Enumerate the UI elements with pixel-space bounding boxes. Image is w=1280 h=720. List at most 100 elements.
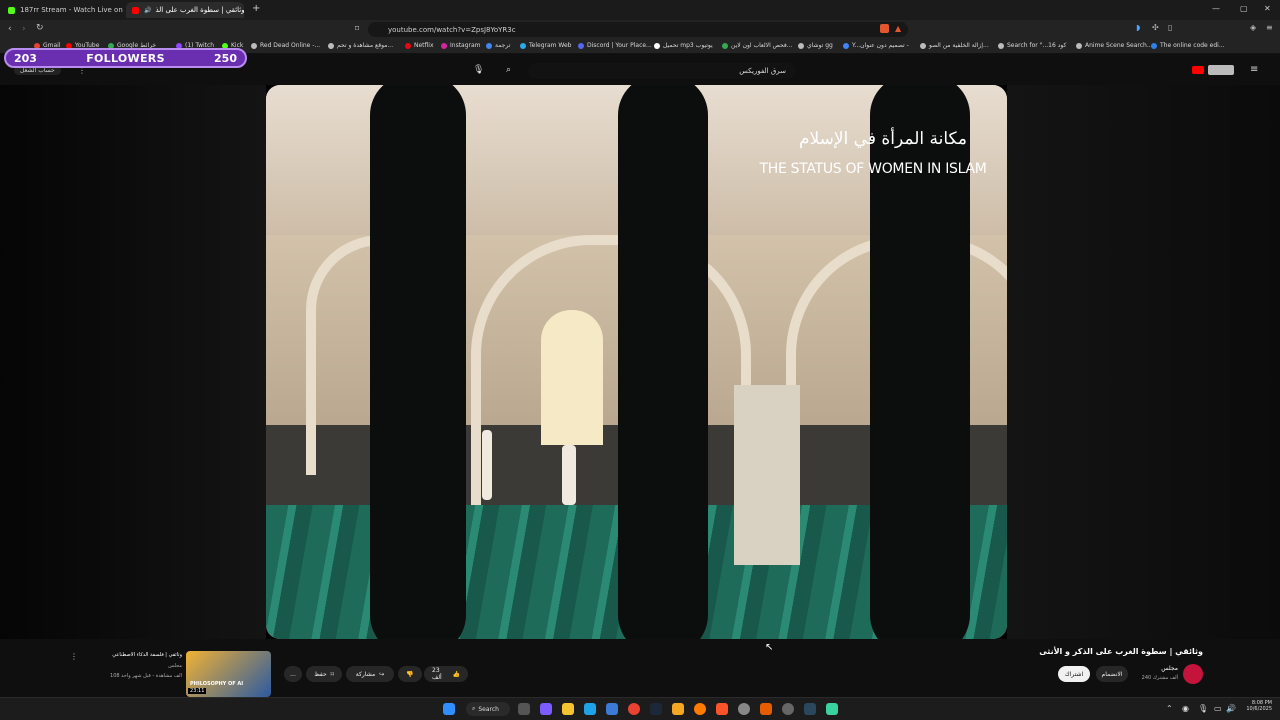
discord-icon: [578, 42, 584, 49]
next-video-channel[interactable]: مجلس: [130, 663, 182, 669]
tray-app-icon[interactable]: ◉: [1182, 704, 1189, 713]
next-video-thumbnail[interactable]: PHILOSOPHY OF AI 23:11: [186, 651, 271, 697]
globe-icon: [328, 42, 334, 49]
rewards-icon[interactable]: ▲: [895, 24, 901, 33]
puzzle-icon[interactable]: ✣: [1152, 23, 1159, 32]
chevron-up-icon[interactable]: ⌃: [1166, 704, 1173, 713]
more-actions-button[interactable]: ...: [284, 666, 302, 682]
clock[interactable]: 8:08 PM 10/6/2025: [1240, 700, 1272, 712]
reload-icon[interactable]: ↻: [36, 23, 44, 33]
address-bar: ‹ › ↻ ⌑ youtube.com/watch?v=ZpsJ8YoYR3c …: [0, 20, 1280, 39]
close-window-icon[interactable]: ✕: [1264, 4, 1271, 13]
url-field[interactable]: youtube.com/watch?v=ZpsJ8YoYR3c: [368, 22, 908, 37]
followers-label: FOLLOWERS: [86, 51, 165, 65]
bookmark-item[interactable]: فحص الالعاب اون لاين...: [722, 42, 792, 49]
game-icon: [722, 42, 728, 49]
youtube-icon: [132, 6, 139, 14]
sidebar-icon[interactable]: ▯: [1168, 23, 1172, 32]
hamburger-menu-icon[interactable]: ≡: [1250, 64, 1258, 75]
store-icon[interactable]: [606, 703, 618, 715]
dislike-button[interactable]: 👎: [398, 666, 422, 682]
thumbs-up-icon: 👍: [452, 670, 460, 678]
share-button[interactable]: مشاركة ↪: [346, 666, 394, 682]
back-icon[interactable]: ‹: [8, 24, 12, 34]
search-icon[interactable]: ⌕: [506, 65, 511, 75]
youtube-wordmark[interactable]: [1208, 65, 1234, 75]
bookmark-item[interactable]: تحميل mp3 يوتيوب: [654, 42, 713, 49]
file-explorer-icon[interactable]: [562, 703, 574, 715]
thumbs-down-icon: 👎: [406, 670, 414, 678]
bookmark-icon[interactable]: ⌑: [355, 24, 359, 33]
tab-kick[interactable]: 187rr Stream - Watch Live on Kick: [2, 2, 124, 18]
save-button[interactable]: حفظ ⌑: [306, 666, 342, 682]
windows-start-icon[interactable]: [443, 703, 455, 715]
search-icon: ⌕: [472, 705, 476, 712]
video-title: وثائقي | سطوة الغرب على الذكر و الأنثى: [1039, 647, 1203, 656]
followers-goal-overlay: 203 FOLLOWERS 250: [4, 48, 247, 68]
taskbar-search-button[interactable]: ⌕ Search: [466, 702, 510, 716]
brave-shield-icon[interactable]: [880, 24, 889, 33]
followers-goal: 250: [214, 51, 237, 65]
bookmark-item[interactable]: Search for "...كود 16: [998, 42, 1066, 49]
task-view-icon[interactable]: [518, 703, 530, 715]
volume-icon[interactable]: 🔊: [1226, 704, 1236, 713]
app-icon[interactable]: [760, 703, 772, 715]
new-tab-button[interactable]: +: [252, 3, 260, 14]
bookmark-item[interactable]: Instagram: [441, 42, 481, 49]
bookmark-item[interactable]: Red Dead Online -...: [251, 42, 320, 49]
bookmark-item[interactable]: موقع مشاهدة و تحم...: [328, 42, 393, 49]
wallet-icon[interactable]: ◈: [1250, 23, 1256, 32]
browser-tab-bar: 187rr Stream - Watch Live on Kick 🔊 وثائ…: [0, 0, 1280, 20]
youtube-logo-icon[interactable]: [1192, 66, 1204, 74]
firefox-icon[interactable]: [694, 703, 706, 715]
brave-icon[interactable]: [716, 703, 728, 715]
mic-icon[interactable]: 🎙: [1198, 704, 1208, 713]
tab-label: 187rr Stream - Watch Live on Kick: [20, 6, 124, 14]
bookmark-item[interactable]: ترجمة: [486, 42, 510, 49]
channel-name[interactable]: مجلس: [1136, 665, 1178, 672]
edge-icon[interactable]: [584, 703, 596, 715]
steam-icon[interactable]: [650, 703, 662, 715]
like-button[interactable]: 23 ألف 👍: [424, 666, 468, 682]
bookmark-item[interactable]: Discord | Your Place...: [578, 42, 652, 49]
minimize-icon[interactable]: —: [1212, 4, 1220, 13]
next-video-title[interactable]: وثائقي | فلسفة الذكاء الاصطناعي: [82, 652, 182, 658]
video-frame[interactable]: مكانة المرأة في الإسلام THE STATUS OF WO…: [266, 85, 1007, 639]
bookmark-item[interactable]: The online code edi...: [1151, 42, 1225, 49]
app-icon[interactable]: [782, 703, 794, 715]
app-icon[interactable]: [826, 703, 838, 715]
tab-youtube[interactable]: 🔊 وثائقي | سطوة الغرب على الذ... ✕: [126, 2, 244, 18]
globe-icon: [1076, 42, 1082, 49]
thumbnail-text: PHILOSOPHY OF AI: [190, 681, 244, 687]
more-vert-icon[interactable]: ⋮: [70, 652, 78, 661]
maximize-icon[interactable]: ▢: [1240, 4, 1248, 13]
bookmark-item[interactable]: Netflix: [405, 42, 434, 49]
video-overlay-title-ar: مكانة المرأة في الإسلام: [798, 129, 968, 149]
bookmark-item[interactable]: إزالة الخلفية من الصو...: [920, 42, 989, 49]
share-icon: ↪: [379, 670, 385, 678]
steam-icon[interactable]: [804, 703, 816, 715]
join-button[interactable]: الانضمام: [1096, 666, 1128, 682]
bookmark-item[interactable]: Y...تصميم دون عنوان -: [843, 42, 909, 49]
kick-icon: [8, 6, 15, 14]
mouse-cursor-icon: ↖: [765, 642, 774, 653]
chrome-icon[interactable]: [628, 703, 640, 715]
bookmark-item[interactable]: Telegram Web: [520, 42, 571, 49]
network-icon[interactable]: ▭: [1214, 704, 1222, 713]
app-icon[interactable]: [672, 703, 684, 715]
mic-icon[interactable]: 🎙: [473, 65, 484, 75]
globe-icon: [920, 42, 926, 49]
settings-gear-icon[interactable]: [738, 703, 750, 715]
menu-icon[interactable]: ≡: [1266, 23, 1273, 32]
bookmark-item[interactable]: Anime Scene Search...: [1076, 42, 1153, 49]
forward-icon[interactable]: ›: [22, 24, 26, 34]
url-text: youtube.com/watch?v=ZpsJ8YoYR3c: [388, 25, 516, 34]
channel-avatar[interactable]: [1183, 664, 1203, 684]
telegram-icon: [520, 42, 526, 49]
globe-icon: [998, 42, 1004, 49]
subscribe-button[interactable]: اشتراك: [1058, 666, 1090, 682]
bookmark-item[interactable]: توشاي gg: [798, 42, 833, 49]
search-input[interactable]: سرق الفوريكس: [528, 63, 796, 79]
copilot-icon[interactable]: [540, 703, 552, 715]
extension-icon[interactable]: ◗: [1136, 23, 1140, 32]
